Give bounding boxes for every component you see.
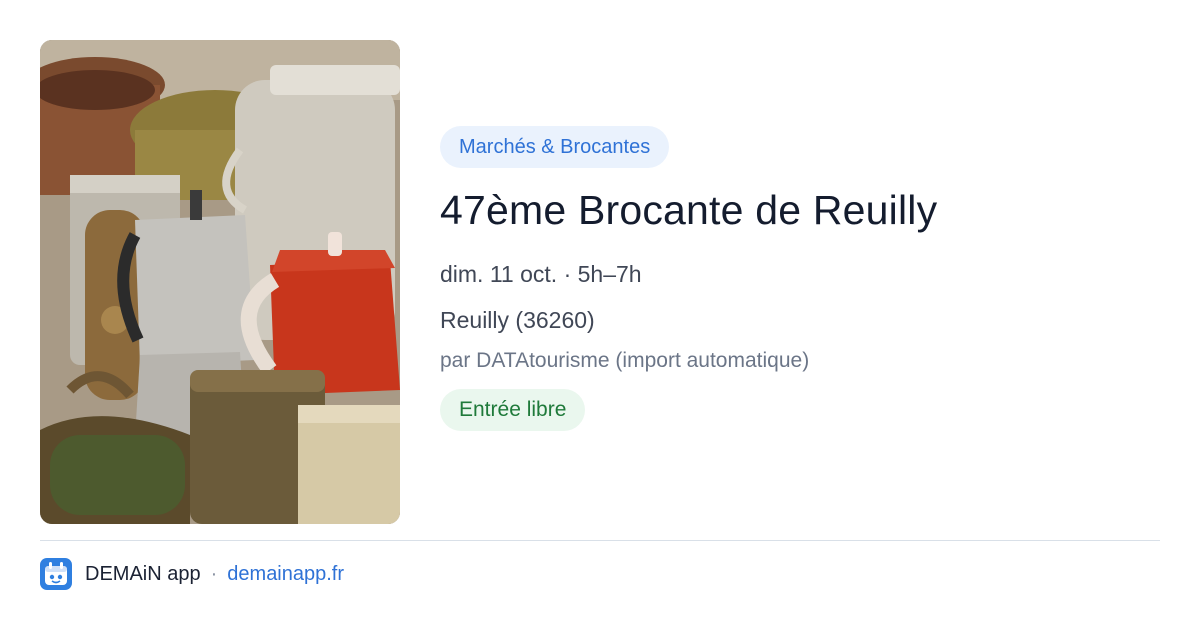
- app-website-link[interactable]: demainapp.fr: [227, 563, 344, 586]
- footer-divider: [40, 540, 1160, 541]
- app-name: DEMAiN app: [85, 562, 201, 585]
- event-details: Marchés & Brocantes 47ème Brocante de Re…: [440, 126, 1160, 431]
- demain-app-icon: [40, 558, 72, 590]
- event-title: 47ème Brocante de Reuilly: [440, 187, 938, 233]
- event-organizer: par DATAtourisme (import automatique): [440, 349, 810, 372]
- footer: DEMAiN app · demainapp.fr: [40, 558, 344, 590]
- price-badge: Entrée libre: [440, 389, 586, 431]
- event-datetime: dim. 11 oct. · 5h–7h: [440, 261, 642, 287]
- category-badge: Marchés & Brocantes: [440, 126, 670, 168]
- footer-separator: ·: [210, 562, 218, 585]
- event-image: [40, 40, 400, 524]
- event-location: Reuilly (36260): [440, 307, 595, 333]
